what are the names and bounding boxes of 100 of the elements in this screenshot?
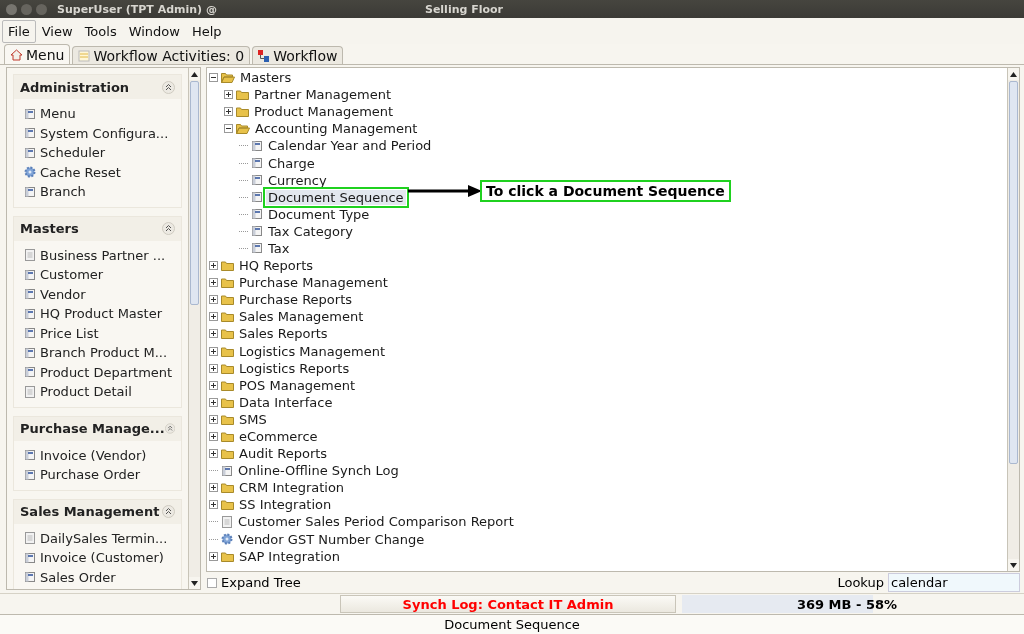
tree-item[interactable]: Sales Reports [237,326,330,342]
menu-link[interactable]: System Configura... [14,123,181,143]
tab[interactable]: Workflow Activities: 0 [72,46,251,64]
menu-link[interactable]: Menu [14,104,181,124]
tree-item[interactable]: SAP Integration [237,548,342,564]
menu-link[interactable]: Sales Order [14,567,181,587]
collapse-icon[interactable] [224,124,233,134]
menu-link[interactable]: Product Department [14,362,181,382]
menu-item[interactable]: File [2,19,36,43]
tree-item[interactable]: SMS [237,411,269,427]
collapse-icon[interactable] [162,505,175,518]
tree-item[interactable]: Sales Management [237,309,366,325]
scroll-up-icon[interactable] [1010,71,1017,77]
folder-icon [236,106,249,118]
menu-link[interactable]: Product Detail [14,382,181,402]
expand-tree-checkbox[interactable]: Expand Tree [207,575,301,590]
folder-icon [221,413,234,425]
form-icon [24,551,36,564]
menu-link[interactable]: Cache Reset [14,162,181,182]
expand-icon[interactable] [209,261,218,271]
status-bar: Document Sequence [0,614,1024,634]
expand-icon[interactable] [209,432,218,441]
form-icon [24,185,36,198]
tree-item[interactable]: Purchase Management [237,275,390,291]
collapse-icon[interactable] [162,222,175,235]
folder-icon [221,345,234,357]
tree-item[interactable]: SS Integration [237,497,334,513]
menu-item[interactable]: Tools [78,19,123,43]
tree-item[interactable]: Accounting Management [253,121,420,137]
menu-link[interactable]: Branch [14,182,181,202]
folder-icon [221,499,234,511]
expand-icon[interactable] [209,295,218,305]
expand-icon[interactable] [209,397,218,407]
tree-item[interactable]: POS Management [237,377,358,393]
tree-item[interactable]: Logistics Reports [237,360,352,376]
menu-link[interactable]: Invoice (Customer) [14,548,181,568]
tree-item[interactable]: Calendar Year and Period [266,138,434,154]
tree-item[interactable]: Partner Management [252,87,393,103]
tree-item[interactable]: Vendor GST Number Change [236,531,427,547]
window-title: SuperUser (TPT Admin) @ [57,2,217,16]
tree-item[interactable]: CRM Integration [237,480,347,496]
synch-log-button[interactable]: Synch Log: Contact IT Admin [340,595,676,613]
expand-icon[interactable] [209,346,218,356]
scroll-down-icon[interactable] [191,580,198,586]
close-button[interactable] [6,3,17,15]
expand-icon[interactable] [209,380,218,390]
lookup-field[interactable]: calendar [888,573,1020,592]
menu-link[interactable]: Price List [14,323,181,343]
tree-item[interactable]: Charge [266,155,317,171]
tab[interactable]: Workflow [252,46,344,64]
expand-icon[interactable] [209,500,218,510]
collapse-icon[interactable] [162,80,175,94]
tree-item[interactable]: Customer Sales Period Comparison Report [236,514,516,530]
expand-icon[interactable] [224,90,233,100]
tree-item[interactable]: Purchase Reports [237,292,355,308]
expand-icon[interactable] [224,107,233,117]
expand-icon[interactable] [209,551,218,561]
form-icon [221,464,233,477]
menu-item[interactable]: Help [185,19,228,43]
expand-icon[interactable] [209,449,218,459]
tree-item[interactable]: Audit Reports [237,446,330,462]
expand-icon[interactable] [209,363,218,373]
tree-item[interactable]: eCommerce [237,429,320,444]
tab[interactable]: Menu [4,44,71,64]
expand-icon[interactable] [209,312,218,322]
list-icon [78,49,91,62]
tree-item[interactable]: Logistics Management [237,343,387,359]
menu-link[interactable]: Scheduler [14,143,181,163]
lookup-label: Lookup [837,575,884,590]
menu-link[interactable]: Customer [14,265,181,285]
tree-item[interactable]: Currency [266,172,329,188]
expand-icon[interactable] [209,483,218,493]
menu-link[interactable]: DailySales Termin... [14,528,181,548]
form-icon [24,107,36,120]
scroll-down-icon[interactable] [1010,562,1017,568]
expand-icon[interactable] [209,414,218,424]
menu-link[interactable]: Branch Product M... [14,343,181,363]
tree-item[interactable]: Tax [266,241,292,256]
menu-link[interactable]: HQ Product Master [14,304,181,324]
menu-item[interactable]: Window [122,19,186,43]
tree-item[interactable]: HQ Reports [237,258,315,274]
collapse-icon[interactable] [209,73,218,83]
menu-item[interactable]: View [35,19,79,43]
expand-icon[interactable] [209,329,218,339]
form-icon [24,366,36,379]
tree-item[interactable]: Online-Offline Synch Log [236,463,401,479]
menu-link[interactable]: Invoice (Vendor) [14,445,181,465]
tree-item[interactable]: Product Management [252,104,396,120]
tree-item[interactable]: Tax Category [266,223,355,239]
folder-icon [221,328,234,340]
menu-link[interactable]: Vendor [14,284,181,304]
scroll-up-icon[interactable] [191,71,198,77]
tree-item[interactable]: Data Interface [237,394,335,410]
tree-item[interactable]: Document Type [266,206,372,222]
tree-item[interactable]: Masters [238,70,294,86]
menu-link[interactable]: Purchase Order [14,465,181,485]
form-icon [24,571,36,584]
expand-icon[interactable] [209,278,218,288]
menu-link[interactable]: Business Partner ... [14,245,181,265]
tree-item[interactable]: Document Sequence [266,189,406,205]
